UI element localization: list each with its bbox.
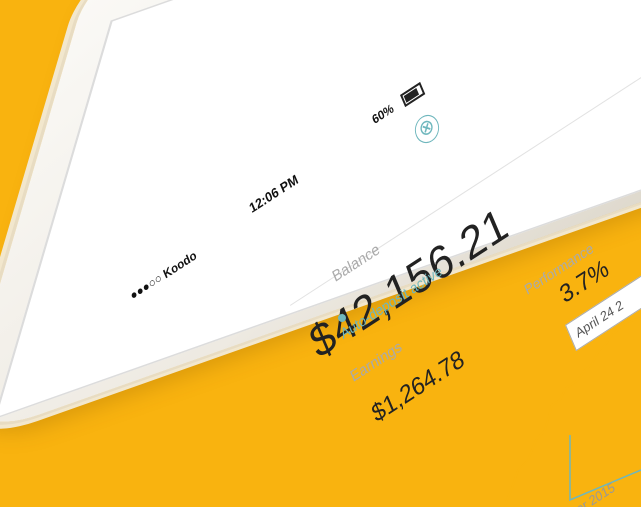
scene: ●●●○○ Koodo 12:06 PM 60% ⊗ Balance $42,1… (0, 0, 641, 507)
performance-chart (504, 317, 641, 506)
